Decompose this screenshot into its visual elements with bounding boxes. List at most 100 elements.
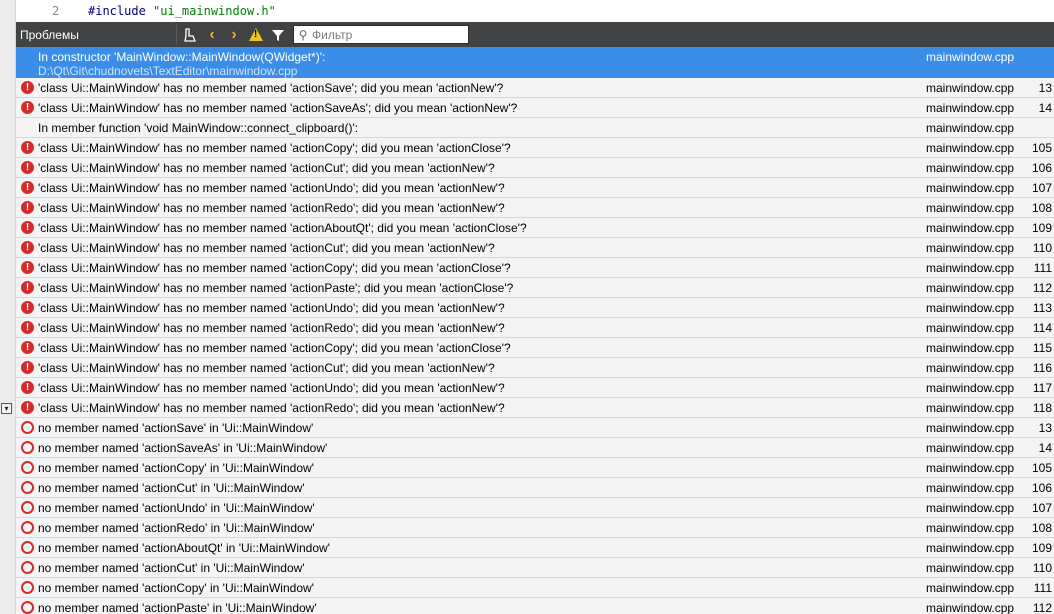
issue-row[interactable]: no member named 'actionCut' in 'Ui::Main…	[16, 558, 1054, 578]
issue-line: 115	[1032, 341, 1052, 355]
issue-row[interactable]: ! 'class Ui::MainWindow' has no member na…	[16, 298, 1054, 318]
issue-description: In member function 'void MainWindow::con…	[38, 121, 358, 135]
issue-description: no member named 'actionCopy' in 'Ui::Mai…	[38, 581, 314, 595]
warning-filter-icon[interactable]: !	[245, 24, 267, 46]
line-number: 2	[52, 4, 60, 18]
issue-row[interactable]: no member named 'actionSave' in 'Ui::Mai…	[16, 418, 1054, 438]
issue-text: no member named 'actionPaste' in 'Ui::Ma…	[38, 601, 317, 614]
issue-row[interactable]: ! 'class Ui::MainWindow' has no member na…	[16, 238, 1054, 258]
issue-row[interactable]: In member function 'void MainWindow::con…	[16, 118, 1054, 138]
issue-row[interactable]: ! 'class Ui::MainWindow' has no member na…	[16, 258, 1054, 278]
issues-list[interactable]: In constructor 'MainWindow::MainWindow(Q…	[16, 47, 1054, 614]
issue-line: 111	[1033, 581, 1052, 595]
issue-text: 'class Ui::MainWindow' has no member nam…	[38, 341, 511, 355]
issue-description: 'class Ui::MainWindow' has no member nam…	[38, 381, 505, 395]
issue-file: mainwindow.cpp	[926, 501, 1015, 515]
issue-text: 'class Ui::MainWindow' has no member nam…	[38, 161, 495, 175]
issues-toolbar: Проблемы ‹ › ! ⚲	[16, 22, 1054, 47]
error-icon: !	[21, 141, 34, 154]
issue-line: 117	[1032, 381, 1052, 395]
issue-file: mainwindow.cpp	[926, 601, 1015, 614]
code-keyword: #include	[88, 4, 146, 18]
issue-line: 105	[1031, 461, 1052, 475]
issue-description: 'class Ui::MainWindow' has no member nam…	[38, 361, 495, 375]
issue-text: no member named 'actionCut' in 'Ui::Main…	[38, 561, 305, 575]
issue-row[interactable]: ! 'class Ui::MainWindow' has no member na…	[16, 218, 1054, 238]
issue-description: no member named 'actionSaveAs' in 'Ui::M…	[38, 441, 327, 455]
error-icon: !	[21, 301, 34, 314]
issue-row[interactable]: ! 'class Ui::MainWindow' has no member na…	[16, 358, 1054, 378]
prev-issue-button[interactable]: ‹	[201, 24, 223, 46]
issue-row[interactable]: ! 'class Ui::MainWindow' has no member na…	[16, 138, 1054, 158]
issue-line: 108	[1031, 201, 1052, 215]
issue-row[interactable]: ! 'class Ui::MainWindow' has no member na…	[16, 398, 1054, 418]
error-icon: !	[21, 261, 34, 274]
issue-row[interactable]: ! 'class Ui::MainWindow' has no member na…	[16, 198, 1054, 218]
issue-file: mainwindow.cpp	[926, 521, 1015, 535]
issue-row[interactable]: ! 'class Ui::MainWindow' has no member na…	[16, 378, 1054, 398]
issue-text: no member named 'actionCopy' in 'Ui::Mai…	[38, 581, 314, 595]
issue-row[interactable]: ! 'class Ui::MainWindow' has no member na…	[16, 318, 1054, 338]
issue-file: mainwindow.cpp	[926, 561, 1015, 575]
issue-row[interactable]: no member named 'actionPaste' in 'Ui::Ma…	[16, 598, 1054, 614]
issue-file: mainwindow.cpp	[926, 50, 1015, 64]
issue-row[interactable]: no member named 'actionRedo' in 'Ui::Mai…	[16, 518, 1054, 538]
filter-funnel-icon[interactable]	[267, 24, 289, 46]
issue-path: D:\Qt\Git\chudnovets\TextEditor\mainwind…	[38, 64, 298, 78]
issue-text: In member function 'void MainWindow::con…	[38, 121, 359, 135]
issue-row[interactable]: ! 'class Ui::MainWindow' has no member na…	[16, 78, 1054, 98]
issue-row[interactable]: no member named 'actionSaveAs' in 'Ui::M…	[16, 438, 1054, 458]
clean-build-icon[interactable]	[179, 24, 201, 46]
issue-row[interactable]: ! 'class Ui::MainWindow' has no member na…	[16, 98, 1054, 118]
issue-row[interactable]: no member named 'actionCopy' in 'Ui::Mai…	[16, 458, 1054, 478]
error-icon: !	[21, 281, 34, 294]
editor-code-line[interactable]: 2 #include "ui_mainwindow.h"	[16, 0, 1054, 22]
issue-file: mainwindow.cpp	[926, 401, 1015, 415]
issue-row[interactable]: ! 'class Ui::MainWindow' has no member na…	[16, 338, 1054, 358]
issue-line: 110	[1032, 241, 1052, 255]
issue-description: 'class Ui::MainWindow' has no member nam…	[38, 341, 511, 355]
issue-row[interactable]: In constructor 'MainWindow::MainWindow(Q…	[16, 47, 1054, 78]
filter-field[interactable]: ⚲	[293, 25, 469, 44]
issue-description: 'class Ui::MainWindow' has no member nam…	[38, 221, 527, 235]
issue-row[interactable]: no member named 'actionCut' in 'Ui::Main…	[16, 478, 1054, 498]
error-icon: !	[21, 161, 34, 174]
issue-text: In constructor 'MainWindow::MainWindow(Q…	[38, 50, 326, 64]
issue-description: 'class Ui::MainWindow' has no member nam…	[38, 181, 505, 195]
warning-circle-icon	[21, 581, 34, 594]
issue-file: mainwindow.cpp	[926, 481, 1015, 495]
issue-description: 'class Ui::MainWindow' has no member nam…	[38, 301, 505, 315]
issue-file: mainwindow.cpp	[926, 101, 1015, 115]
issue-description: 'class Ui::MainWindow' has no member nam…	[38, 141, 511, 155]
issue-text: 'class Ui::MainWindow' has no member nam…	[38, 301, 505, 315]
issue-line: 109	[1031, 221, 1052, 235]
issue-file: mainwindow.cpp	[926, 281, 1015, 295]
issue-row[interactable]: no member named 'actionAboutQt' in 'Ui::…	[16, 538, 1054, 558]
issue-text: 'class Ui::MainWindow' has no member nam…	[38, 141, 511, 155]
error-icon: !	[21, 401, 34, 414]
issue-file: mainwindow.cpp	[926, 201, 1015, 215]
issue-row[interactable]: no member named 'actionCopy' in 'Ui::Mai…	[16, 578, 1054, 598]
issue-text: 'class Ui::MainWindow' has no member nam…	[38, 81, 504, 95]
issue-row[interactable]: ! 'class Ui::MainWindow' has no member na…	[16, 278, 1054, 298]
issue-file: mainwindow.cpp	[926, 301, 1015, 315]
warning-circle-icon	[21, 501, 34, 514]
issue-line: 105	[1031, 141, 1052, 155]
collapse-panel-icon[interactable]: ▾	[1, 403, 12, 414]
issue-line: 107	[1031, 501, 1052, 515]
issue-file: mainwindow.cpp	[926, 321, 1015, 335]
issue-row[interactable]: ! 'class Ui::MainWindow' has no member na…	[16, 158, 1054, 178]
issue-description: In constructor 'MainWindow::MainWindow(Q…	[38, 50, 325, 78]
next-issue-button[interactable]: ›	[223, 24, 245, 46]
issue-file: mainwindow.cpp	[926, 241, 1015, 255]
issue-file: mainwindow.cpp	[926, 581, 1015, 595]
issue-text: no member named 'actionSaveAs' in 'Ui::M…	[38, 441, 328, 455]
issue-file: mainwindow.cpp	[926, 221, 1015, 235]
issue-description: no member named 'actionRedo' in 'Ui::Mai…	[38, 521, 315, 535]
filter-input[interactable]	[312, 27, 462, 42]
warning-circle-icon	[21, 461, 34, 474]
issue-row[interactable]: ! 'class Ui::MainWindow' has no member na…	[16, 178, 1054, 198]
issue-description: 'class Ui::MainWindow' has no member nam…	[38, 81, 503, 95]
issue-line: 13	[1038, 81, 1052, 95]
issue-row[interactable]: no member named 'actionUndo' in 'Ui::Mai…	[16, 498, 1054, 518]
